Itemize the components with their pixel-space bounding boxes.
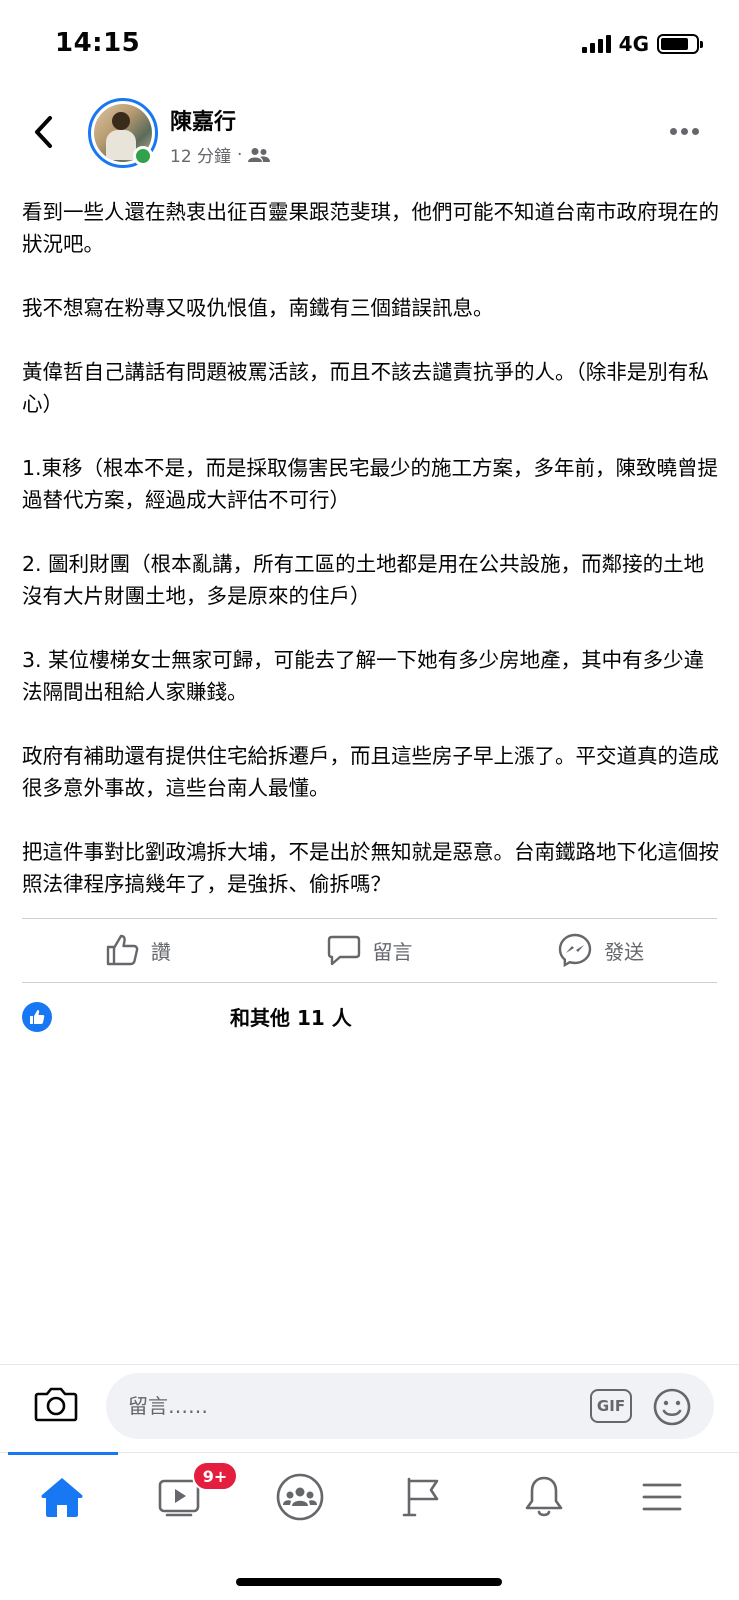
send-button[interactable]: 發送 — [485, 933, 717, 967]
home-indicator — [236, 1578, 502, 1586]
reactions-summary[interactable]: 和其他 11 人 — [22, 1000, 717, 1036]
more-options-icon[interactable] — [670, 128, 699, 135]
bell-icon — [525, 1476, 563, 1517]
emoji-button[interactable] — [652, 1387, 692, 1431]
back-button[interactable] — [28, 112, 58, 152]
reactions-count: 和其他 11 人 — [230, 1006, 352, 1030]
post-paragraph: 我不想寫在粉專又吸仇恨值，南鐵有三個錯誤訊息。 — [22, 296, 494, 320]
divider — [22, 982, 717, 983]
groups-icon — [276, 1473, 324, 1521]
post-paragraph: 2. 圖利財團（根本亂講，所有工區的土地都是用在公共設施，而鄰接的土地沒有大片財… — [22, 552, 705, 608]
online-status-dot — [133, 146, 153, 166]
tab-home[interactable] — [32, 1469, 92, 1525]
post-actions: 讚 留言 發送 — [22, 918, 717, 982]
post-header: 陳嘉行 12 分鐘 · — [0, 98, 739, 170]
tab-pages[interactable] — [392, 1469, 452, 1525]
send-label: 發送 — [604, 939, 645, 964]
video-notification-badge: 9+ — [192, 1461, 238, 1491]
like-button[interactable]: 讚 — [22, 934, 254, 966]
tab-menu[interactable] — [632, 1469, 692, 1525]
post-paragraph: 看到一些人還在熱衷出征百靈果跟范斐琪，他們可能不知道台南市政府現在的狀況吧。 — [22, 200, 719, 256]
hamburger-menu-icon — [642, 1483, 682, 1511]
bottom-tab-bar: 9+ — [0, 1452, 739, 1552]
post-paragraph: 把這件事對比劉政鴻拆大埔，不是出於無知就是惡意。台南鐵路地下化這個按照法律程序搞… — [22, 840, 719, 896]
post-paragraph: 黃偉哲自己講話有問題被罵活該，而且不該去譴責抗爭的人。（除非是別有私心） — [22, 360, 709, 416]
emoji-icon — [653, 1388, 691, 1426]
thumbs-up-icon — [106, 934, 139, 966]
post-timestamp[interactable]: 12 分鐘 — [170, 142, 231, 167]
like-label: 讚 — [150, 939, 171, 964]
flag-icon — [402, 1477, 439, 1517]
camera-icon — [34, 1387, 78, 1422]
battery-icon — [657, 34, 703, 54]
meta-separator: · — [237, 144, 243, 165]
post-paragraph: 1.東移（根本不是，而是採取傷害民宅最少的施工方案，多年前，陳致曉曾提過替代方案… — [22, 456, 719, 512]
comment-bubble-icon — [327, 935, 360, 966]
tab-groups[interactable] — [270, 1469, 330, 1525]
tab-notifications[interactable] — [514, 1469, 574, 1525]
friends-icon — [248, 147, 271, 162]
status-indicators: 4G — [581, 32, 703, 56]
camera-button[interactable] — [34, 1385, 78, 1427]
comment-label: 留言 — [372, 939, 413, 964]
active-tab-indicator — [8, 1452, 118, 1455]
comment-bar: GIF — [0, 1364, 739, 1444]
chevron-left-icon — [35, 116, 52, 148]
status-bar: 14:15 4G — [0, 0, 739, 90]
post-meta: 12 分鐘 · — [170, 142, 271, 167]
signal-icon — [581, 35, 611, 53]
post-body: 看到一些人還在熱衷出征百靈果跟范斐琪，他們可能不知道台南市政府現在的狀況吧。 我… — [22, 196, 722, 932]
author-name[interactable]: 陳嘉行 — [170, 104, 236, 136]
post-paragraph: 政府有補助還有提供住宅給拆遷戶，而且這些房子早上漲了。平交道真的造成很多意外事故… — [22, 744, 719, 800]
messenger-icon — [558, 933, 592, 967]
post-paragraph: 3. 某位樓梯女士無家可歸，可能去了解一下她有多少房地產，其中有多少違法隔間出租… — [22, 648, 705, 704]
gif-button[interactable]: GIF — [590, 1389, 632, 1423]
network-type: 4G — [618, 32, 649, 56]
home-icon — [41, 1478, 83, 1517]
comment-button[interactable]: 留言 — [254, 934, 486, 966]
like-reaction-icon — [22, 1002, 52, 1032]
status-time: 14:15 — [55, 28, 141, 58]
